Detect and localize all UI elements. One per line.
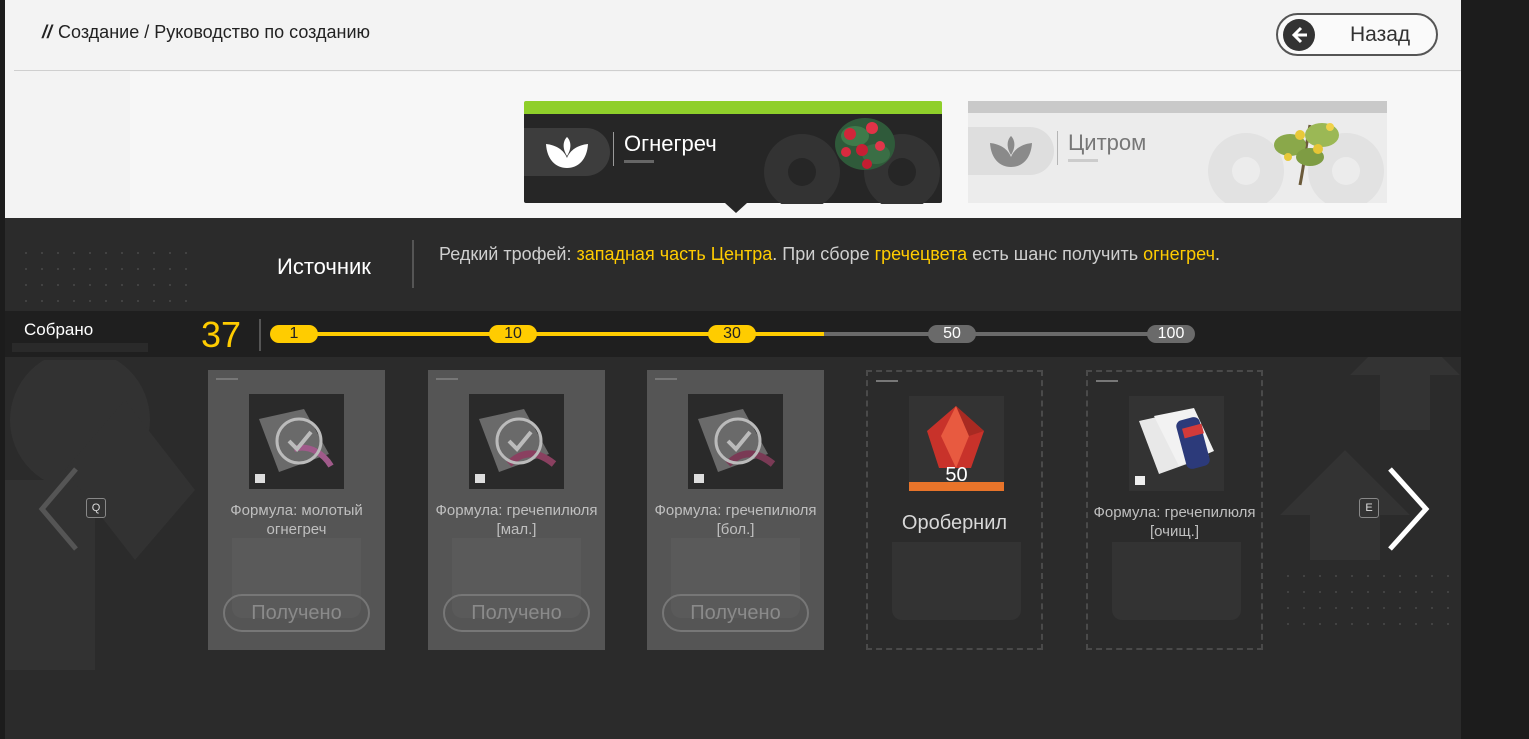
reward-title: Формула: гречепилюля [бол.] — [654, 502, 817, 538]
breadcrumb-section[interactable]: Создание — [58, 22, 139, 42]
source-text: . При сборе — [772, 244, 875, 264]
card-tag — [655, 378, 677, 380]
claimed-button[interactable]: Получено — [662, 594, 809, 632]
claimed-button[interactable]: Получено — [443, 594, 590, 632]
screen-edge-right — [1461, 0, 1529, 739]
formula-book-icon — [249, 394, 344, 489]
reward-title: Формула: молотый огнегреч — [230, 502, 363, 538]
milestone-30: 30 — [708, 325, 756, 343]
card-tag — [436, 378, 458, 380]
claimed-button[interactable]: Получено — [223, 594, 370, 632]
milestone-100: 100 — [1147, 325, 1195, 343]
material-name: Цитром — [1068, 130, 1147, 155]
dot-pattern — [1280, 568, 1450, 638]
card-backdrop — [892, 542, 1021, 620]
reward-card[interactable]: Формула: гречепилюля [мал.] Получено — [428, 370, 605, 650]
formula-book-icon — [688, 394, 783, 489]
formula-book-icon — [469, 394, 564, 489]
formula-book-icon — [1129, 396, 1224, 491]
citrom-plant-icon — [1274, 123, 1339, 186]
source-divider — [412, 240, 414, 288]
milestone-10: 10 — [489, 325, 537, 343]
milestone-50: 50 — [928, 325, 976, 343]
reward-card[interactable]: Формула: молотый огнегреч Получено — [208, 370, 385, 650]
source-location: западная часть Центра — [576, 244, 773, 264]
reward-title: Формула: гречепилюля [очищ.] — [1093, 504, 1256, 540]
source-text: . — [1214, 244, 1220, 264]
material-subcode — [1068, 159, 1098, 162]
dot-pattern — [18, 245, 198, 305]
source-description: Редкий трофей: западная часть Центра. Пр… — [439, 243, 1229, 265]
header-divider — [14, 70, 1461, 71]
card-tag — [1096, 380, 1118, 382]
source-text: Редкий трофей: — [439, 244, 577, 264]
source-text: есть шанс получить — [967, 244, 1144, 264]
material-name: Огнегреч — [624, 131, 717, 156]
material-subcode — [624, 160, 654, 163]
card-tag — [876, 380, 898, 382]
active-tab-pointer — [725, 203, 747, 213]
tab-divider — [1057, 131, 1058, 165]
breadcrumb: //Создание / Руководство по созданию — [42, 22, 370, 43]
back-button[interactable]: Назад — [1276, 13, 1438, 56]
prev-arrow-icon[interactable] — [36, 465, 80, 553]
reward-card[interactable]: 50 Оробернил — [866, 370, 1043, 650]
reward-amount: 50 — [945, 464, 968, 486]
breadcrumb-slash-icon: // — [42, 22, 53, 42]
herb-category-badge — [968, 127, 1054, 175]
back-label: Назад — [1350, 23, 1411, 46]
reward-title: Оробернил — [901, 512, 1008, 534]
card-tag — [216, 378, 238, 380]
card-backdrop — [1112, 542, 1241, 620]
breadcrumb-page: Руководство по созданию — [154, 22, 371, 42]
breadcrumb-separator: / — [139, 22, 155, 42]
collected-label: Собрано — [24, 320, 94, 339]
reward-card[interactable]: Формула: гречепилюля [очищ.] — [1086, 370, 1263, 650]
source-plant: гречецвета — [874, 244, 968, 264]
tab-divider — [613, 132, 614, 166]
ognegrech-plant-icon — [835, 118, 895, 170]
source-label: Источник — [277, 254, 371, 279]
back-arrow-icon — [1283, 19, 1315, 51]
next-arrow-icon[interactable] — [1384, 465, 1432, 553]
sprout-icon — [546, 137, 588, 168]
reward-card[interactable]: Формула: гречепилюля [бол.] Получено — [647, 370, 824, 650]
herb-category-badge — [524, 128, 610, 176]
sprout-icon — [990, 136, 1032, 167]
material-tab-ognegrech[interactable]: Огнегреч — [524, 101, 942, 204]
milestone-1: 1 — [270, 325, 318, 343]
next-key-hint: E — [1359, 498, 1379, 518]
collected-subcode — [12, 343, 148, 352]
prev-key-hint: Q — [86, 498, 106, 518]
reward-title: Формула: гречепилюля [мал.] — [435, 502, 598, 538]
source-material: огнегреч — [1143, 244, 1215, 264]
collected-count: 37 — [201, 314, 242, 355]
count-divider — [259, 319, 261, 351]
material-tab-citrom[interactable]: Цитром — [968, 101, 1387, 203]
